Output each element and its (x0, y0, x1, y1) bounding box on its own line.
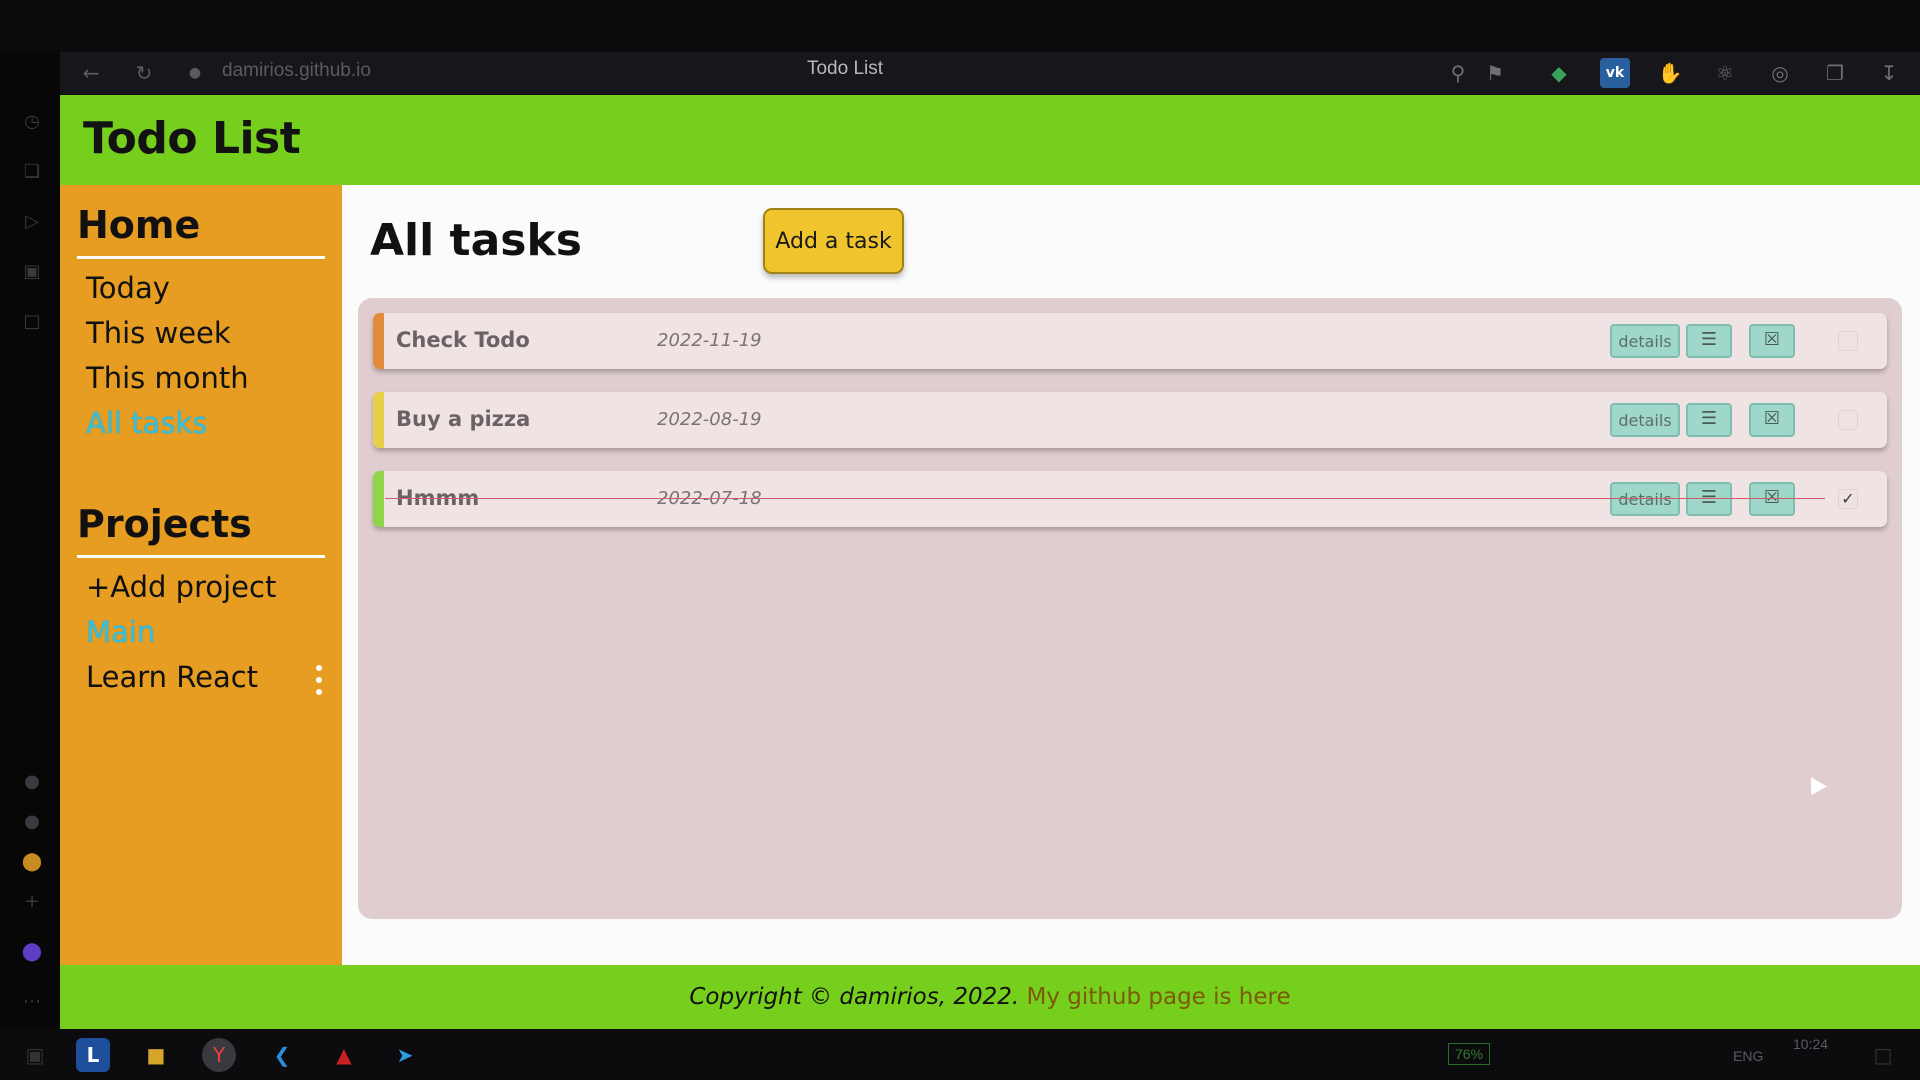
delete-icon[interactable]: ☒ (1749, 324, 1795, 358)
start-icon[interactable]: ▣ (18, 1038, 52, 1072)
language-indicator[interactable]: ENG (1733, 1048, 1763, 1064)
task-checkbox-checked[interactable]: ✓ (1838, 489, 1858, 509)
search-icon[interactable]: ⚲ (1443, 58, 1473, 88)
back-icon[interactable]: ← (78, 60, 104, 86)
priority-indicator (373, 471, 384, 527)
delete-icon[interactable]: ☒ (1749, 482, 1795, 516)
app-header: Todo List (60, 95, 1920, 185)
sidebar-item-today[interactable]: Today (86, 271, 170, 305)
add-task-button[interactable]: Add a task (763, 208, 904, 274)
bookmark-b-icon[interactable]: ● (20, 770, 44, 794)
profile-icon[interactable]: ⬤ (20, 940, 44, 964)
sidebar-item-this-week[interactable]: This week (86, 316, 231, 350)
project-item-main[interactable]: Main (86, 615, 155, 649)
battery-indicator[interactable]: 76% (1448, 1043, 1491, 1065)
task-date: 2022-08-19 (657, 409, 762, 430)
project-item-learn-react[interactable]: Learn React (86, 660, 258, 694)
task-name: Check Todo (396, 328, 530, 352)
tabs-icon[interactable]: ❏ (20, 160, 44, 184)
browser-sidebar: ◷ ❏ ▷ ▣ □ ● ● ⬤ + ⬤ ⋯ (0, 50, 60, 1030)
vk-icon[interactable]: vk (1600, 58, 1630, 88)
app-l-icon[interactable]: L (76, 1038, 110, 1072)
telegram-icon[interactable]: ➤ (388, 1038, 422, 1072)
task-checkbox[interactable] (1838, 331, 1858, 351)
history-icon[interactable]: ◷ (20, 110, 44, 134)
task-checkbox[interactable] (1838, 410, 1858, 430)
clock[interactable]: 10:24 (1793, 1036, 1828, 1052)
task-date: 2022-11-19 (657, 330, 762, 351)
footer: Copyright © damirios, 2022. My github pa… (60, 965, 1920, 1029)
edit-icon[interactable]: ☰ (1686, 324, 1732, 358)
todo-app: Todo List Home Today This week This mont… (60, 95, 1920, 1029)
task-name: Buy a pizza (396, 407, 531, 431)
adblock-icon[interactable]: ✋ (1655, 58, 1685, 88)
app-title: Todo List (83, 113, 301, 164)
bookmark-icon[interactable]: ⚑ (1480, 58, 1510, 88)
add-project-button[interactable]: +Add project (86, 570, 276, 604)
priority-indicator (373, 392, 384, 448)
page-title: All tasks (370, 215, 582, 266)
bookmark-b2-icon[interactable]: ● (20, 810, 44, 834)
projects-heading: Projects (77, 502, 252, 546)
sidebar: Home Today This week This month All task… (60, 185, 342, 965)
edit-icon[interactable]: ☰ (1686, 403, 1732, 437)
download-icon[interactable]: ↧ (1874, 58, 1904, 88)
sidebar-item-all-tasks[interactable]: All tasks (86, 406, 207, 440)
main-content: All tasks Add a task Check Todo 2022-11-… (342, 185, 1920, 965)
browser-page-title: Todo List (806, 58, 884, 79)
task-row[interactable]: Buy a pizza 2022-08-19 details ☰ ☒ (373, 392, 1887, 448)
github-link[interactable]: My github page is here (1027, 984, 1291, 1010)
file-explorer-icon[interactable]: ■ (139, 1038, 173, 1072)
project-options-icon[interactable] (313, 665, 323, 695)
extension-icon[interactable]: ◆ (1544, 58, 1574, 88)
reload-icon[interactable]: ↻ (131, 60, 157, 86)
projects-divider (77, 555, 325, 558)
notifications-icon[interactable]: □ (1866, 1038, 1900, 1072)
notes-icon[interactable]: □ (20, 310, 44, 334)
copyright-text: Copyright © damirios, 2022. (689, 984, 1020, 1010)
home-heading[interactable]: Home (77, 203, 200, 247)
pdf-icon[interactable]: ▲ (327, 1038, 361, 1072)
priority-indicator (373, 313, 384, 369)
address-bar-url[interactable]: damirios.github.io (222, 60, 371, 82)
vscode-icon[interactable]: ❮ (265, 1038, 299, 1072)
task-row[interactable]: Check Todo 2022-11-19 details ☰ ☒ (373, 313, 1887, 369)
details-button[interactable]: details (1610, 403, 1680, 437)
calendar-icon[interactable]: ▣ (20, 260, 44, 284)
sidebar-item-this-month[interactable]: This month (86, 361, 249, 395)
record-icon[interactable]: ◎ (1765, 58, 1795, 88)
settings-icon[interactable]: ⚛ (1710, 58, 1740, 88)
home-divider (77, 256, 325, 259)
lock-icon[interactable]: ● (182, 60, 208, 86)
delete-icon[interactable]: ☒ (1749, 403, 1795, 437)
details-button[interactable]: details (1610, 324, 1680, 358)
app-icon[interactable]: ⬤ (20, 850, 44, 874)
edit-icon[interactable]: ☰ (1686, 482, 1732, 516)
more-icon[interactable]: ⋯ (20, 990, 44, 1014)
details-button[interactable]: details (1610, 482, 1680, 516)
add-icon[interactable]: + (20, 890, 44, 914)
yandex-browser-icon[interactable]: Y (202, 1038, 236, 1072)
collections-icon[interactable]: ❐ (1820, 58, 1850, 88)
strikethrough-line (385, 498, 1825, 499)
task-list: Check Todo 2022-11-19 details ☰ ☒ Buy a … (358, 298, 1902, 919)
play-icon[interactable]: ▷ (20, 210, 44, 234)
task-row[interactable]: Hmmm 2022-07-18 details ☰ ☒ ✓ (373, 471, 1887, 527)
